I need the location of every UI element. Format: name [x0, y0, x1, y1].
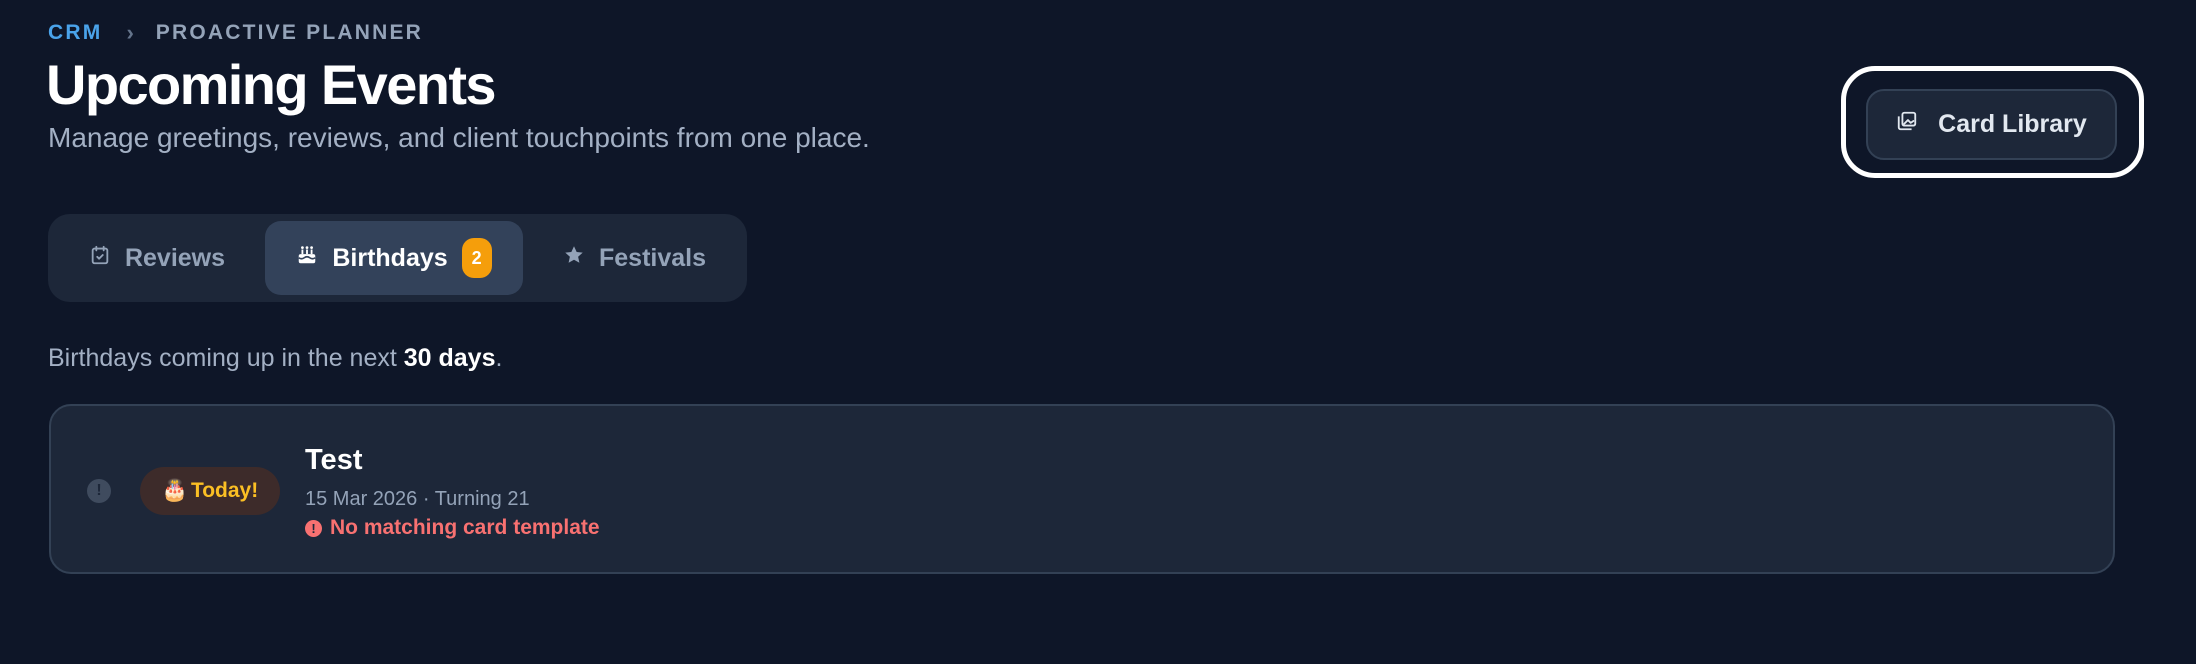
tab-reviews[interactable]: Reviews: [58, 221, 256, 295]
cake-emoji-icon: 🎂: [161, 479, 188, 502]
breadcrumb-current: PROACTIVE PLANNER: [155, 21, 424, 44]
breadcrumb-crm-link[interactable]: CRM: [48, 21, 102, 45]
breadcrumb: CRM › PROACTIVE PLANNER: [48, 20, 423, 46]
range-suffix: .: [495, 344, 503, 372]
today-badge-label: Today!: [190, 479, 259, 502]
event-meta: 15 Mar 2026 · Turning 21: [305, 488, 530, 510]
alert-circle-icon: !: [305, 519, 322, 537]
proactive-planner-page: CRM › PROACTIVE PLANNER Upcoming Events …: [0, 0, 2196, 664]
tab-festivals[interactable]: Festivals: [532, 221, 737, 295]
card-library-label: Card Library: [1938, 110, 2087, 138]
tab-festivals-label: Festivals: [598, 243, 706, 272]
calendar-check-icon: [89, 244, 111, 273]
page-title: Upcoming Events: [46, 53, 497, 116]
card-library-button[interactable]: Card Library: [1866, 89, 2117, 160]
tab-reviews-label: Reviews: [124, 243, 226, 272]
range-description: Birthdays coming up in the next 30 days.: [48, 344, 502, 373]
tab-birthdays[interactable]: Birthdays 2: [265, 221, 523, 295]
range-days: 30 days: [403, 344, 496, 372]
event-warning: ! No matching card template: [305, 516, 600, 540]
range-prefix: Birthdays coming up in the next: [48, 344, 404, 372]
star-icon: [563, 244, 585, 273]
birthday-count-badge: 2: [461, 238, 492, 278]
chevron-right-icon: ›: [126, 20, 134, 45]
image-stack-icon: [1896, 110, 1918, 139]
event-card[interactable]: ! 🎂 Today! Test 15 Mar 2026 · Turning 21…: [49, 404, 2115, 574]
page-subtitle: Manage greetings, reviews, and client to…: [48, 122, 870, 153]
cake-icon: [296, 244, 318, 273]
info-icon: !: [87, 479, 111, 503]
tab-birthdays-label: Birthdays: [332, 243, 448, 272]
today-badge: 🎂 Today!: [140, 467, 280, 515]
event-warning-text: No matching card template: [330, 516, 600, 539]
event-name: Test: [305, 444, 363, 476]
event-tabs: Reviews Birthdays 2 Festivals: [48, 214, 747, 302]
